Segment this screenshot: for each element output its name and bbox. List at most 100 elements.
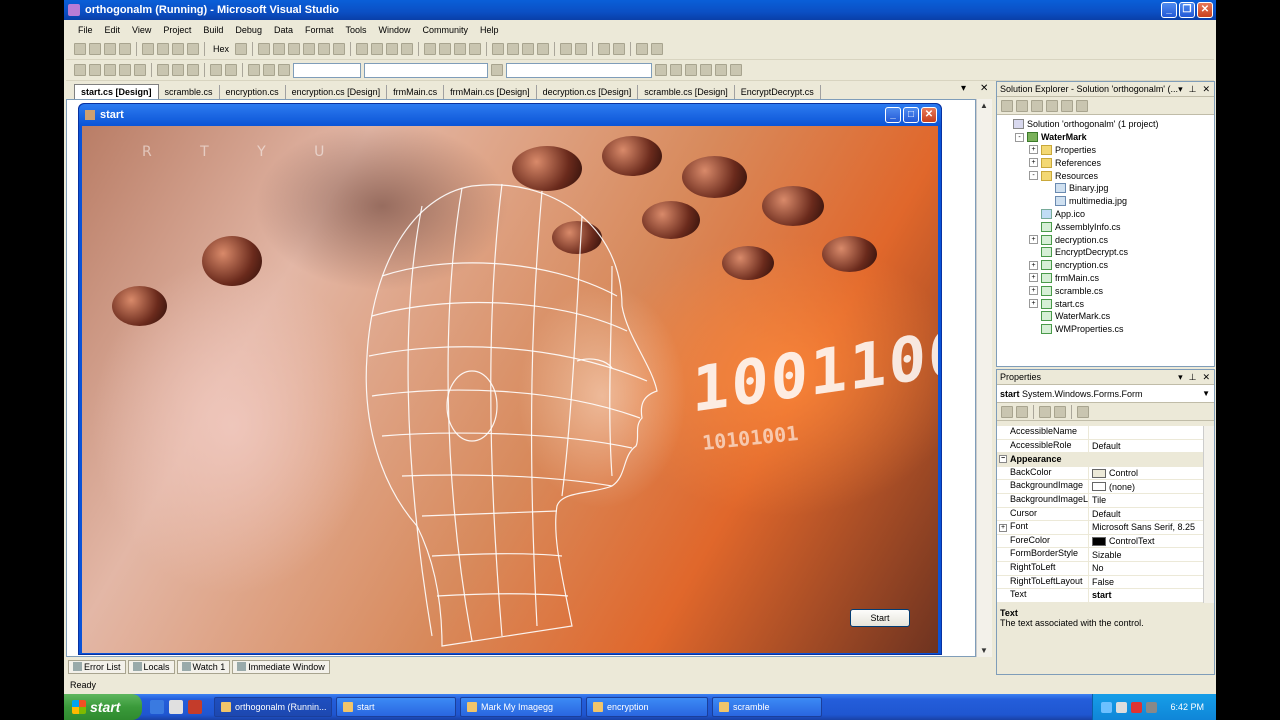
expand-icon[interactable]: + [1029,260,1038,270]
copy-icon[interactable] [172,64,184,76]
taskbar-item[interactable]: orthogonalm (Runnin... [214,697,332,717]
menu-file[interactable]: File [72,25,99,35]
menu-project[interactable]: Project [157,25,197,35]
document-tab[interactable]: frmMain.cs [387,85,445,99]
network-icon[interactable] [1101,701,1112,713]
property-value[interactable]: No [1089,562,1203,575]
object-browser-icon[interactable] [685,64,697,76]
property-value[interactable]: Sizable [1089,548,1203,561]
document-tab[interactable]: encryption.cs [Design] [286,85,388,99]
show-next-statement-icon[interactable] [142,43,154,55]
tree-item[interactable]: - Resources [997,169,1214,182]
properties-icon[interactable] [1039,405,1051,418]
center-vertically-icon[interactable] [575,43,588,55]
menu-data[interactable]: Data [268,25,299,35]
save-all-icon[interactable] [134,64,146,76]
volume-icon[interactable] [1116,701,1127,713]
menu-help[interactable]: Help [474,25,505,35]
property-value[interactable]: (none) [1089,480,1203,493]
tab-order-icon[interactable] [636,43,649,55]
solution-platform-dropdown[interactable] [364,62,488,78]
events-icon[interactable] [1054,405,1066,418]
hex-button[interactable]: Hex [210,44,232,54]
categorized-icon[interactable] [1001,405,1013,418]
properties-icon[interactable] [1001,99,1013,112]
restart-icon[interactable] [119,43,131,55]
collapse-icon[interactable]: - [1029,171,1038,181]
property-row[interactable]: ForeColor ControlText [997,534,1203,549]
tree-item[interactable]: + start.cs [997,297,1214,310]
property-value[interactable]: Tile [1089,494,1203,507]
property-value[interactable]: False [1089,576,1203,589]
property-pages-icon[interactable] [1077,405,1089,418]
document-tab[interactable]: scramble.cs [Design] [638,85,735,99]
find-in-files-icon[interactable] [491,64,503,76]
solution-configuration-dropdown[interactable] [293,62,361,78]
property-grid-scrollbar[interactable] [1203,426,1214,603]
property-value[interactable]: Microsoft Sans Serif, 8.25 [1089,521,1203,534]
align-centers-icon[interactable] [273,43,286,55]
step-over-icon[interactable] [172,43,184,55]
navigate-backward-icon[interactable] [248,64,260,76]
command-window-icon[interactable] [730,64,742,76]
property-row[interactable]: BackColor Control [997,466,1203,481]
redo-icon[interactable] [225,64,237,76]
panel-close-icon[interactable]: ✕ [1202,82,1210,97]
document-tab[interactable]: EncryptDecrypt.cs [735,85,821,99]
cut-icon[interactable] [157,64,169,76]
make-same-size-icon[interactable] [386,43,399,55]
align-rights-icon[interactable] [288,43,301,55]
tree-item[interactable]: + scramble.cs [997,284,1214,297]
step-out-icon[interactable] [187,43,199,55]
center-horizontally-icon[interactable] [560,43,573,55]
taskbar-item[interactable]: start [336,697,456,717]
decrease-horizontal-spacing-icon[interactable] [454,43,467,55]
property-row[interactable]: AccessibleRole Default [997,439,1203,454]
expand-icon[interactable]: + [1029,286,1038,296]
remove-vertical-spacing-icon[interactable] [537,43,550,55]
property-row[interactable]: BackgroundImage (none) [997,480,1203,494]
tree-item[interactable]: multimedia.jpg [997,195,1214,208]
paste-icon[interactable] [187,64,199,76]
increase-horizontal-spacing-icon[interactable] [439,43,452,55]
toolbar-options-icon[interactable] [651,43,664,55]
document-tab[interactable]: decryption.cs [Design] [537,85,639,99]
new-project-icon[interactable] [74,64,86,76]
tree-item[interactable]: App.ico [997,208,1214,221]
document-tab[interactable]: scramble.cs [159,85,220,99]
align-middles-icon[interactable] [318,43,331,55]
document-tab[interactable]: encryption.cs [220,85,286,99]
solution-explorer-icon[interactable] [655,64,667,76]
increase-vertical-spacing-icon[interactable] [507,43,520,55]
vertical-spacing-icon[interactable] [492,43,505,55]
tree-item[interactable]: Solution 'orthogonalm' (1 project) [997,118,1214,131]
view-class-diagram-icon[interactable] [1076,99,1088,112]
tree-item[interactable]: AssemblyInfo.cs [997,220,1214,233]
property-row[interactable]: BackgroundImageLayoutTile [997,493,1203,508]
expand-icon[interactable]: + [1029,145,1038,155]
start-debugging-icon[interactable] [278,64,290,76]
internet-explorer-icon[interactable] [150,700,164,714]
align-tops-icon[interactable] [303,43,316,55]
align-lefts-icon[interactable] [258,43,271,55]
send-to-back-icon[interactable] [613,43,626,55]
undo-icon[interactable] [210,64,222,76]
tree-item[interactable]: + References [997,156,1214,169]
break-all-icon[interactable] [89,43,101,55]
property-row[interactable]: Cursor Default [997,507,1203,522]
form-close-button[interactable]: ✕ [921,107,937,123]
start-menu-button[interactable]: start [64,694,142,720]
panel-dropdown-icon[interactable]: ▾ [1178,370,1183,385]
property-category[interactable]: − Appearance [997,453,1203,467]
panel-close-icon[interactable]: ✕ [1202,370,1210,385]
start-form[interactable]: start _ □ ✕ R T Y U 1001100010 10101001 [78,103,942,655]
scroll-down-icon[interactable]: ▼ [980,646,988,655]
breakpoints-window-icon[interactable] [235,43,248,55]
chevron-down-icon[interactable]: ▼ [1202,385,1210,403]
save-icon[interactable] [119,64,131,76]
make-same-height-icon[interactable] [371,43,384,55]
object-selector[interactable]: start System.Windows.Forms.Form ▼ [997,385,1214,403]
designer-vertical-scrollbar[interactable]: ▲ ▼ [976,99,992,657]
properties-window-icon[interactable] [670,64,682,76]
tree-item[interactable]: Binary.jpg [997,182,1214,195]
